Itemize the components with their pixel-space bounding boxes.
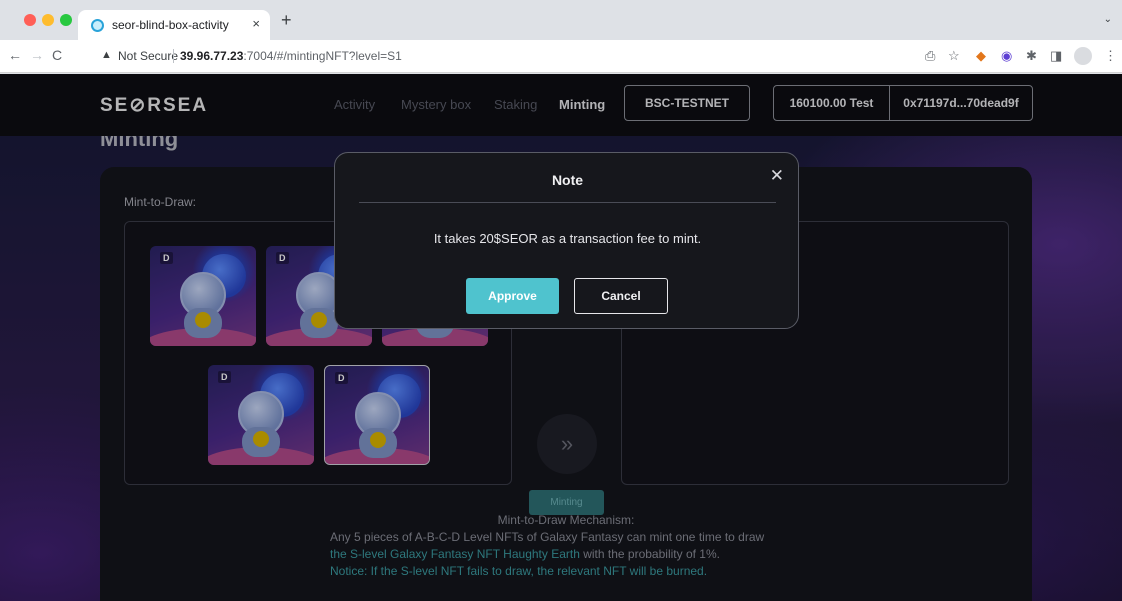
puzzle-icon[interactable]: ✱ [1026,48,1037,64]
approve-button[interactable]: Approve [466,278,559,314]
tab-title: seor-blind-box-activity [112,18,229,32]
browser-tab-bar: seor-blind-box-activity × + ⌄ [0,0,1122,40]
sidepanel-icon[interactable]: ◨ [1050,48,1062,64]
metamask-extension-icon[interactable]: ◆ [976,48,986,64]
dialog-message: It takes 20$SEOR as a transaction fee to… [433,231,702,246]
menu-icon[interactable]: ⋮ [1104,48,1117,64]
address-separator [173,49,174,63]
extension-icon[interactable]: ◉ [1001,48,1012,64]
browser-toolbar: ← → C ▲ Not Secure 39.96.77.23:7004/#/mi… [0,40,1122,73]
back-icon[interactable]: ← [8,47,22,63]
not-secure-label[interactable]: Not Secure [118,49,178,63]
share-icon[interactable]: ⎙ [925,48,935,64]
tab-search-icon[interactable]: ⌄ [1104,14,1112,25]
url-path: :7004/#/mintingNFT?level=S1 [243,49,402,63]
address-bar[interactable]: ▲ Not Secure 39.96.77.23:7004/#/mintingN… [88,44,968,68]
browser-tab[interactable]: seor-blind-box-activity × [78,10,270,40]
forward-icon[interactable]: → [30,47,44,63]
favicon-icon [91,19,104,32]
close-icon[interactable]: ✕ [770,167,784,185]
dialog-title: Note [551,172,584,188]
tab-close-icon[interactable]: × [252,16,260,31]
note-dialog: Note ✕ It takes 20$SEOR as a transaction… [334,152,799,329]
new-tab-button[interactable]: + [281,11,292,29]
star-icon[interactable]: ☆ [948,48,960,64]
warning-icon[interactable]: ▲ [101,49,112,61]
profile-icon[interactable] [1074,47,1092,65]
minimize-window-icon[interactable] [42,14,54,26]
url-host: 39.96.77.23 [180,49,244,63]
maximize-window-icon[interactable] [60,14,72,26]
url-text[interactable]: 39.96.77.23:7004/#/mintingNFT?level=S1 [180,49,402,63]
dialog-divider [359,202,776,203]
cancel-button[interactable]: Cancel [574,278,668,314]
reload-icon[interactable]: C [52,47,62,63]
close-window-icon[interactable] [24,14,36,26]
